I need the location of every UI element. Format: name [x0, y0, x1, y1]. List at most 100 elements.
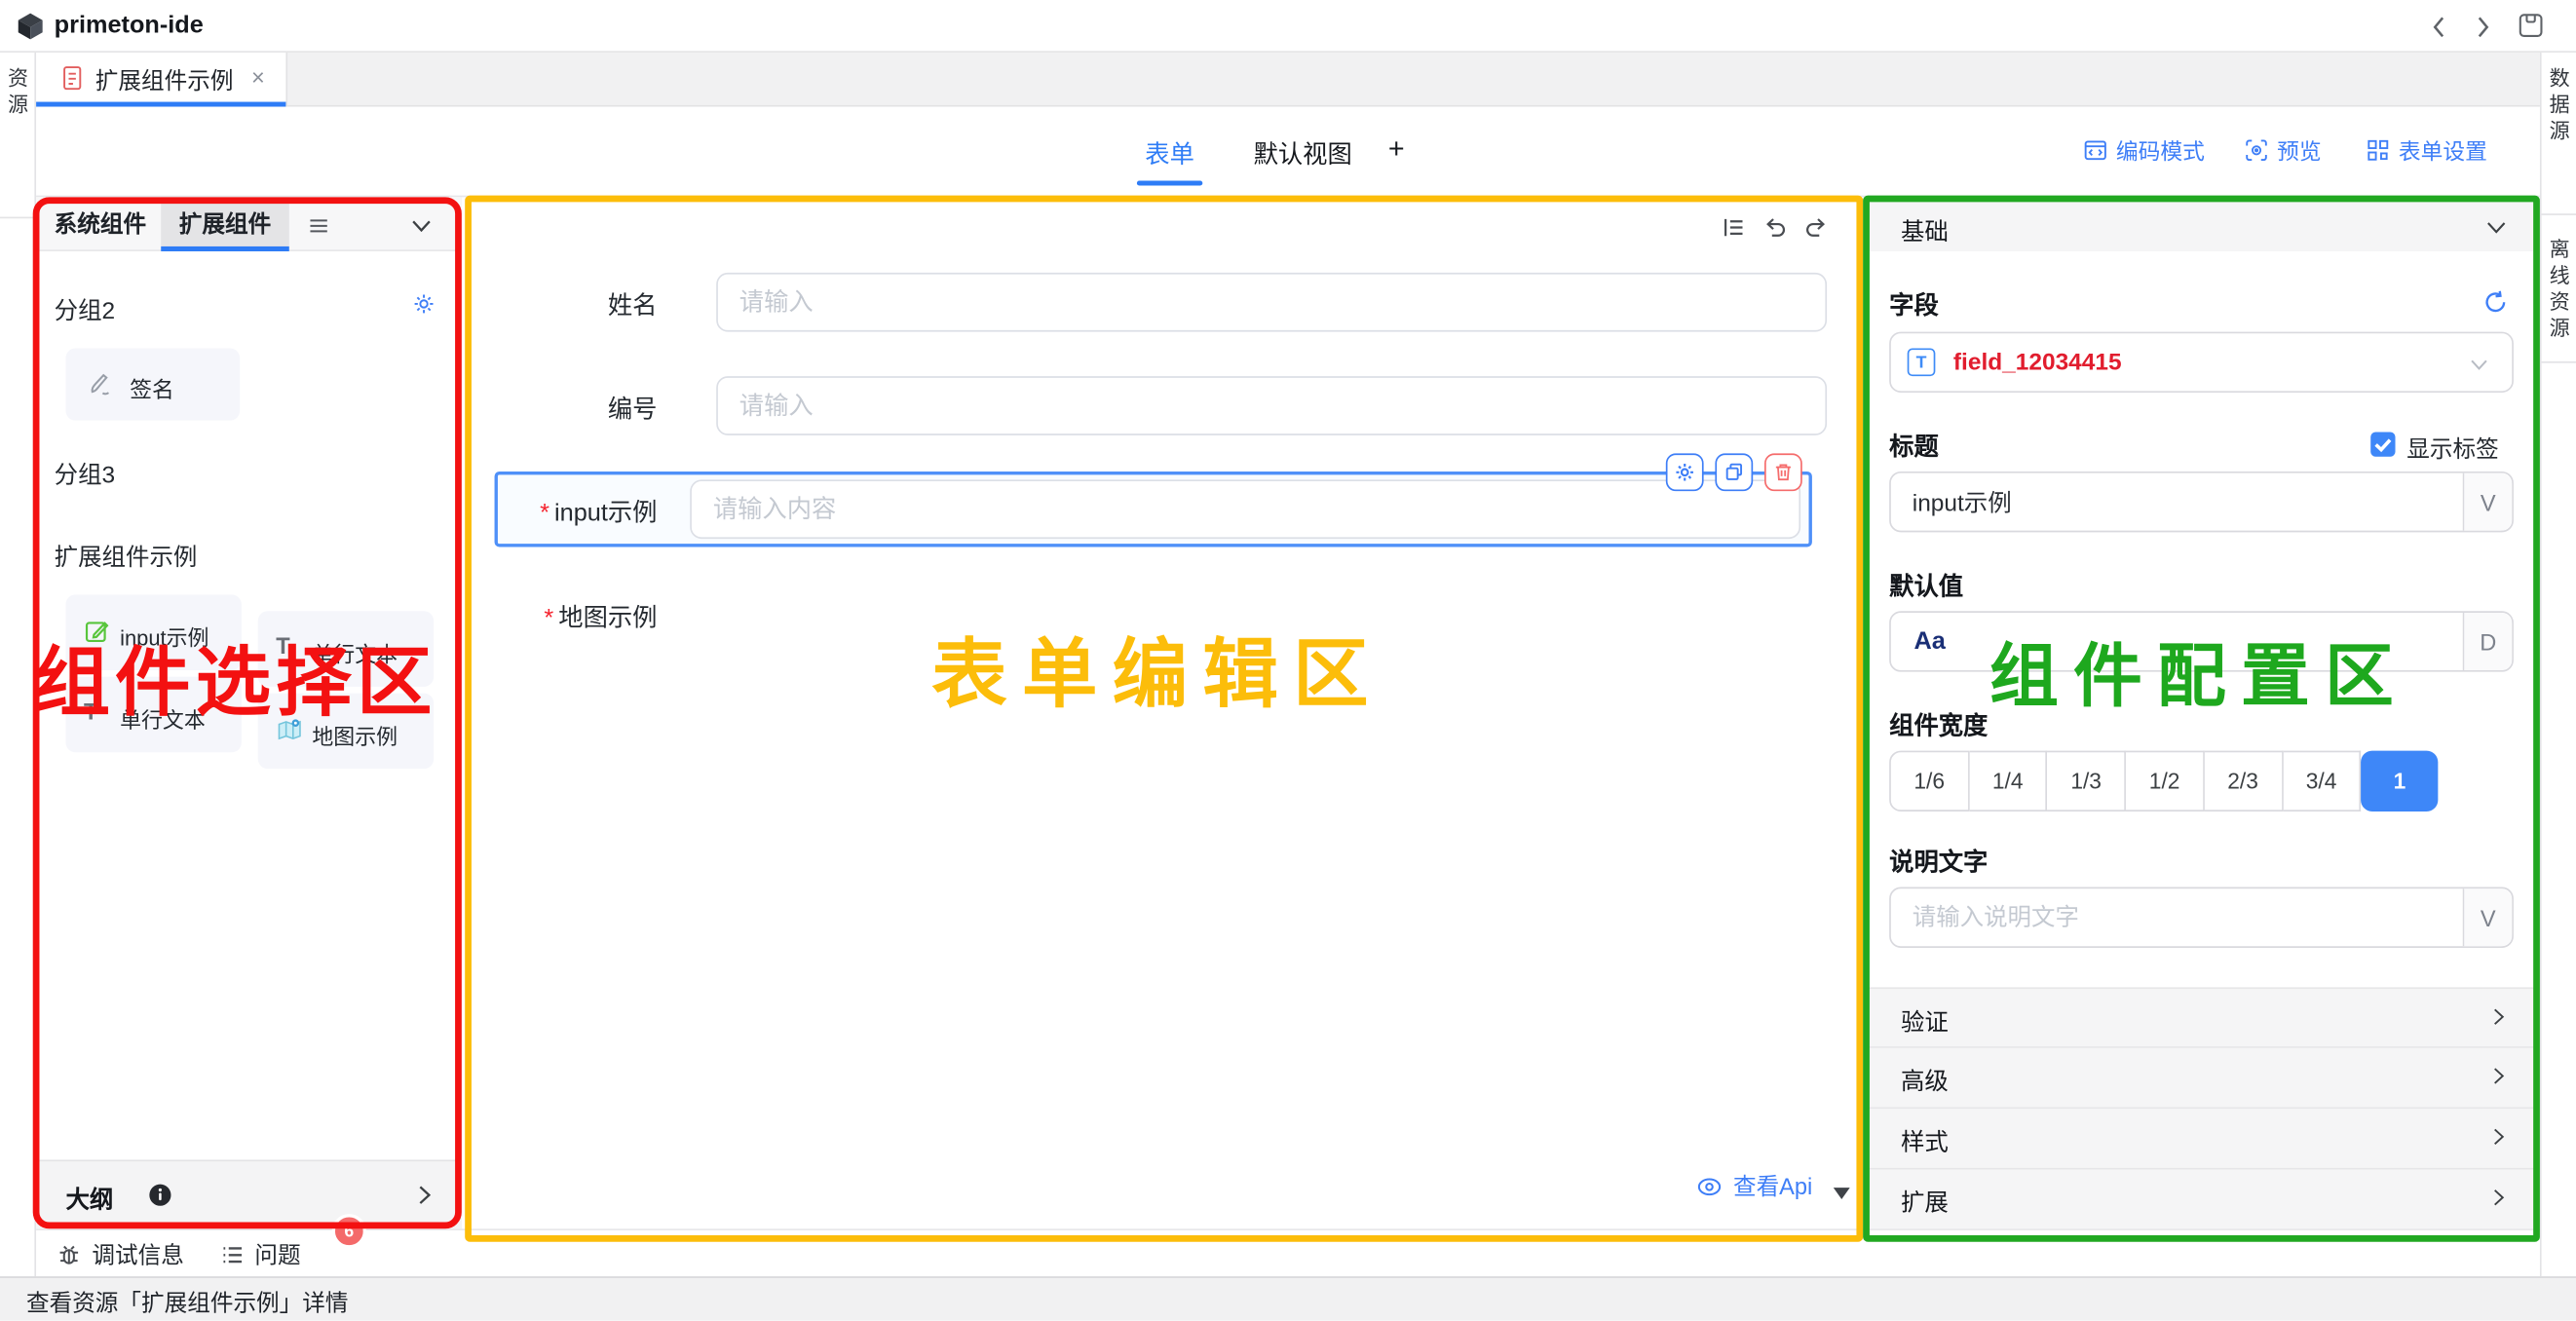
scrollbar-arrow-icon[interactable] [1834, 1188, 1850, 1199]
tab-system-components[interactable]: 系统组件 [36, 197, 165, 251]
component-label: 单行文本 [312, 637, 398, 668]
component-item-map-example[interactable]: 地图示例 [258, 694, 434, 770]
field-copy-button[interactable] [1715, 453, 1753, 491]
dynamic-button[interactable]: D [2463, 613, 2513, 670]
preview-button[interactable]: 预览 [2244, 133, 2321, 167]
edit-green-icon [84, 618, 110, 644]
tab-form[interactable]: 表单 [1145, 136, 1194, 170]
chevron-right-icon [2492, 1127, 2505, 1147]
input-example-input[interactable] [690, 479, 1800, 539]
problems-button[interactable]: 问题 [220, 1238, 301, 1271]
description-input[interactable] [1891, 888, 2463, 946]
number-input[interactable] [716, 376, 1827, 435]
app-title: primeton-ide [55, 12, 204, 40]
code-mode-button[interactable]: 编码模式 [2083, 133, 2205, 167]
map-icon [276, 716, 304, 744]
form-settings-label: 表单设置 [2399, 133, 2487, 167]
expression-button[interactable]: V [2463, 888, 2513, 946]
component-label: 单行文本 [120, 703, 206, 735]
field-select-value: field_12034415 [1953, 350, 2122, 376]
component-item-signature[interactable]: 签名 [65, 348, 240, 420]
chevron-right-icon [417, 1185, 432, 1206]
tab-extended-component-example[interactable]: 扩展组件示例 × [36, 53, 287, 107]
field-delete-button[interactable] [1764, 453, 1802, 491]
tab-label: 扩展组件 [179, 210, 271, 237]
nav-forward-icon[interactable] [2473, 15, 2494, 39]
field-settings-button[interactable] [1666, 453, 1704, 491]
rail-resources[interactable]: 资源 [5, 65, 31, 118]
nav-back-icon[interactable] [2428, 15, 2449, 39]
document-icon [60, 64, 84, 93]
collapsed-sections: 验证 高级 样式 扩展 [1865, 987, 2538, 1230]
title-section-label: 标题 [1889, 429, 1939, 463]
section-extension[interactable]: 扩展 [1865, 1170, 2538, 1230]
outline-tree-icon[interactable] [1722, 215, 1746, 240]
description-label: 说明文字 [1889, 845, 1988, 879]
default-value-text: Aa [1913, 627, 1945, 656]
description-input-group: V [1889, 887, 2514, 948]
width-option-2-3[interactable]: 2/3 [2205, 751, 2283, 811]
chevron-right-icon [2492, 1007, 2505, 1027]
title-input[interactable] [1891, 473, 2463, 531]
tab-close-icon[interactable]: × [251, 64, 265, 91]
rail-divider [2542, 213, 2576, 215]
refresh-icon[interactable] [2482, 289, 2509, 316]
form-field-name[interactable]: 姓名 [493, 273, 1807, 332]
chevron-right-icon [2492, 1066, 2505, 1085]
component-label: input示例 [120, 621, 208, 652]
name-input[interactable] [716, 273, 1827, 332]
width-option-1-4[interactable]: 1/4 [1969, 751, 2047, 811]
component-item-single-line-text[interactable]: T 单行文本 [65, 677, 241, 753]
chevron-right-icon [2492, 1188, 2505, 1207]
menu-icon[interactable] [309, 218, 328, 233]
expression-button[interactable]: V [2463, 473, 2513, 531]
section-basic-header[interactable]: 基础 [1865, 202, 2538, 251]
group-gear-icon[interactable] [412, 292, 436, 316]
show-label-checkbox[interactable] [2370, 432, 2395, 456]
active-view-indicator [1137, 180, 1202, 185]
tab-extended-components[interactable]: 扩展组件 [161, 197, 289, 251]
undo-icon[interactable] [1762, 215, 1787, 240]
debug-info-button[interactable]: 调试信息 [56, 1238, 184, 1271]
default-value-input-group[interactable]: Aa D [1889, 611, 2514, 671]
view-api-link[interactable]: 查看Api [1695, 1170, 1812, 1203]
text-icon: T [276, 634, 289, 658]
outline-toggle[interactable]: 大纲 [36, 1159, 462, 1228]
active-tab-indicator [161, 246, 289, 251]
width-option-1-6[interactable]: 1/6 [1889, 751, 1969, 811]
redo-icon[interactable] [1803, 215, 1828, 240]
title-input-group: V [1889, 472, 2514, 532]
form-canvas: 姓名 编号 *input示例 *地图示例 查看Api [467, 197, 1862, 1240]
group3-title: 分组3 [55, 457, 116, 491]
form-settings-button[interactable]: 表单设置 [2366, 133, 2487, 167]
component-item-single-line-text[interactable]: T 单行文本 [258, 611, 434, 687]
form-field-map[interactable]: *地图示例 [493, 585, 1807, 644]
field-label: *地图示例 [493, 599, 658, 633]
width-option-1-selected[interactable]: 1 [2362, 751, 2439, 811]
save-icon[interactable] [2517, 12, 2545, 40]
pen-icon [87, 369, 116, 398]
form-field-number[interactable]: 编号 [493, 376, 1807, 435]
collapse-panel-icon[interactable] [411, 218, 433, 233]
text-icon: T [84, 699, 97, 723]
field-label: 编号 [493, 391, 658, 425]
preview-icon [2244, 137, 2268, 162]
section-advanced[interactable]: 高级 [1865, 1048, 2538, 1109]
field-select[interactable]: T field_12034415 [1889, 332, 2514, 393]
component-label: 地图示例 [312, 720, 398, 751]
section-style[interactable]: 样式 [1865, 1109, 2538, 1169]
problems-label: 问题 [254, 1238, 300, 1271]
width-option-3-4[interactable]: 3/4 [2283, 751, 2361, 811]
group2-title: 分组2 [55, 292, 116, 326]
width-option-1-2[interactable]: 1/2 [2126, 751, 2204, 811]
rail-offline-resources[interactable]: 离线资源 [2547, 237, 2573, 342]
bottom-toolbar: 调试信息 问题 6 [36, 1228, 2540, 1276]
tab-default-view[interactable]: 默认视图 [1254, 136, 1352, 170]
component-item-input-example[interactable]: input示例 [65, 594, 241, 670]
rail-data-source[interactable]: 数据源 [2547, 65, 2573, 144]
width-option-1-3[interactable]: 1/3 [2048, 751, 2126, 811]
add-view-button[interactable]: + [1388, 133, 1405, 167]
component-label: 签名 [130, 371, 174, 404]
section-validation[interactable]: 验证 [1865, 987, 2538, 1047]
code-mode-label: 编码模式 [2116, 133, 2205, 167]
